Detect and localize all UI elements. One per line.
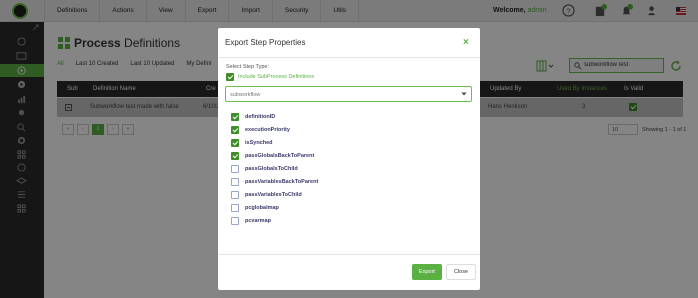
select-step-type-label: Select Step Type: bbox=[226, 64, 270, 70]
include-subprocess-label[interactable]: Include SubProcess Definitions bbox=[238, 74, 314, 80]
step-type-select[interactable]: subworkflow bbox=[225, 86, 472, 102]
option-checkbox-passglobalstochild[interactable] bbox=[231, 165, 239, 173]
dialog-close-icon[interactable]: × bbox=[463, 37, 469, 48]
option-checkbox-passvariablestochild[interactable] bbox=[231, 191, 239, 199]
option-label-pcglobalmap[interactable]: pcglobalmap bbox=[245, 205, 279, 211]
option-label-passglobalstochild[interactable]: passGlobalsToChild bbox=[245, 166, 298, 172]
option-label-definitionid[interactable]: definitionID bbox=[245, 114, 275, 120]
option-label-passglobalsbacktoparent[interactable]: passGlobalsBackToParent bbox=[245, 153, 314, 159]
option-label-passvariablesbacktoparent[interactable]: passVariablesBackToParent bbox=[245, 179, 318, 185]
dialog-divider bbox=[218, 57, 480, 58]
option-label-issynched[interactable]: isSynched bbox=[245, 140, 273, 146]
option-checkbox-issynched[interactable] bbox=[231, 139, 239, 147]
option-checkbox-pcvarmap[interactable] bbox=[231, 217, 239, 225]
option-checkbox-executionpriority[interactable] bbox=[231, 126, 239, 134]
export-step-properties-dialog: Export Step Properties × Select Step Typ… bbox=[218, 28, 480, 290]
option-label-executionpriority[interactable]: executionPriority bbox=[245, 127, 290, 133]
option-label-passvariablestochild[interactable]: passVariablesToChild bbox=[245, 192, 302, 198]
option-checkbox-passglobalsbacktoparent[interactable] bbox=[231, 152, 239, 160]
option-checkbox-definitionid[interactable] bbox=[231, 113, 239, 121]
option-checkbox-passvariablesbacktoparent[interactable] bbox=[231, 178, 239, 186]
step-type-value: subworkflow bbox=[230, 92, 261, 98]
dialog-footer-divider bbox=[218, 254, 480, 255]
chevron-down-icon bbox=[461, 92, 467, 96]
option-label-pcvarmap[interactable]: pcvarmap bbox=[245, 218, 271, 224]
export-button[interactable]: Export bbox=[412, 264, 442, 280]
dialog-title: Export Step Properties bbox=[225, 38, 306, 47]
option-checkbox-pcglobalmap[interactable] bbox=[231, 204, 239, 212]
close-button[interactable]: Close bbox=[446, 264, 476, 280]
include-subprocess-checkbox[interactable] bbox=[226, 73, 234, 81]
